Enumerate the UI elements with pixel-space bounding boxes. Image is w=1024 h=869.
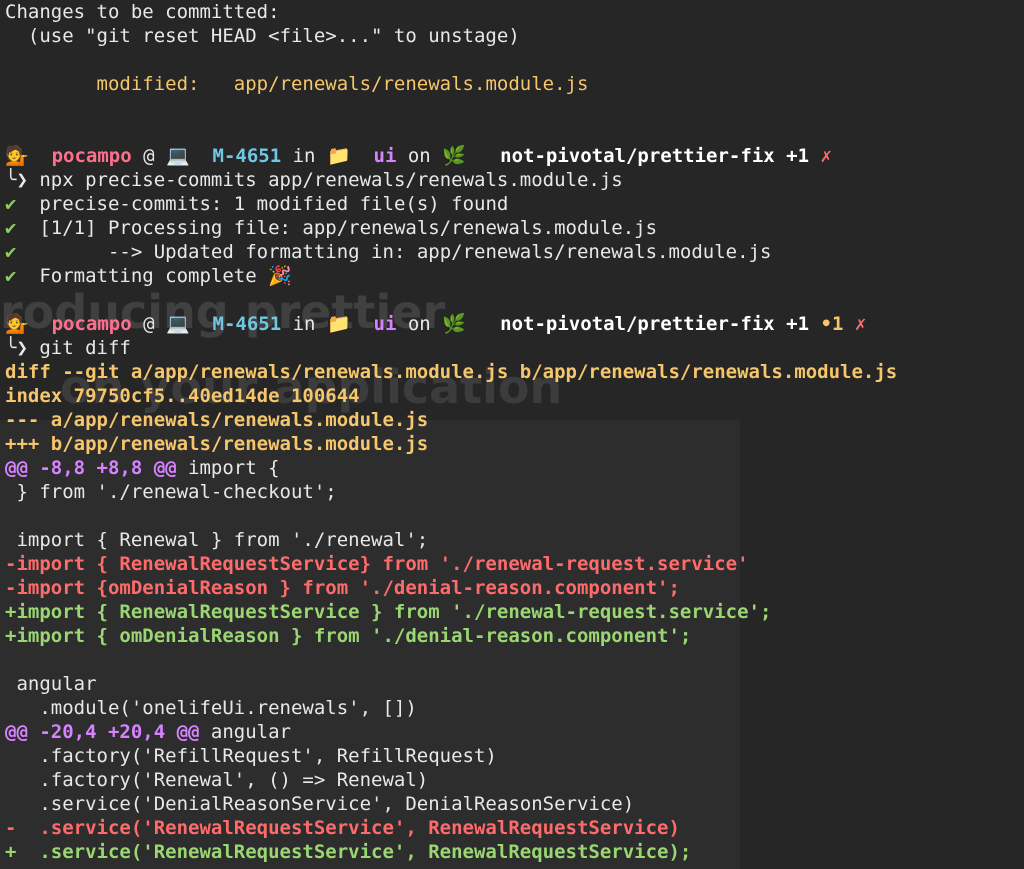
status-hint: (use "git reset HEAD <file>..." to unsta… (5, 25, 520, 47)
output-line: ✔ [1/1] Processing file: app/renewals/re… (5, 217, 658, 239)
output-line: ✔ precise-commits: 1 modified file(s) fo… (5, 193, 509, 215)
prompt-host: M-4651 (212, 145, 282, 167)
diff-context-line: angular (5, 673, 97, 695)
prompt-host: M-4651 (212, 313, 282, 335)
herb-icon: 🌿 (442, 313, 466, 335)
person-tipping-hand-icon: 💁 (5, 313, 29, 335)
command-text[interactable]: git diff (28, 337, 131, 359)
diff-context-line: import { Renewal } from './renewal'; (5, 529, 429, 551)
diff-added-line: +import { RenewalRequestService } from '… (5, 601, 772, 623)
diff-context-line: .factory('RefillRequest', RefillRequest) (5, 745, 497, 767)
diff-context-line (5, 648, 1024, 672)
folder-icon: 📁 (326, 313, 351, 335)
diff-header-line: --- a/app/renewals/renewals.module.js (5, 409, 429, 431)
command-line[interactable]: ╰❯ git diff (5, 336, 1024, 360)
prompt-arrow-icon: ╰❯ (5, 169, 28, 191)
checkmark-icon: ✔ (5, 265, 17, 287)
laptop-icon: 💻 (165, 145, 190, 167)
prompt-branch: not-pivotal/prettier-fix (500, 313, 775, 335)
person-tipping-hand-icon: 💁 (5, 145, 29, 167)
prompt-user: pocampo (51, 145, 132, 167)
checkmark-icon: ✔ (5, 241, 17, 263)
checkmark-icon: ✔ (5, 217, 17, 239)
diff-context-line: .service('DenialReasonService', DenialRe… (5, 793, 635, 815)
status-header: Changes to be committed: (5, 1, 280, 23)
prompt-branch: not-pivotal/prettier-fix (500, 145, 775, 167)
diff-hunk-header: @@ -20,4 +20,4 @@ angular (5, 721, 291, 743)
prompt-user: pocampo (51, 313, 132, 335)
status-modified-line: modified: app/renewals/renewals.module.j… (5, 73, 589, 95)
diff-removed-line: -import { RenewalRequestService} from '.… (5, 553, 749, 575)
diff-context-line: .module('onelifeUi.renewals', []) (5, 697, 417, 719)
herb-icon: 🌿 (442, 145, 466, 167)
shell-prompt: 💁 pocampo @ 💻 M-4651 in 📁 ui on 🌿 not-pi… (5, 145, 832, 167)
output-line: ✔ Formatting complete 🎉 (5, 265, 292, 287)
diff-hunk-1-lines: } from './renewal-checkout'; import { Re… (5, 480, 1024, 720)
prompt-dirty-mark: ✗ (820, 145, 832, 167)
diff-context-line: } from './renewal-checkout'; (5, 481, 337, 503)
shell-prompt: 💁 pocampo @ 💻 M-4651 in 📁 ui on 🌿 not-pi… (5, 313, 867, 335)
laptop-icon: 💻 (165, 313, 190, 335)
diff-header-line: +++ b/app/renewals/renewals.module.js (5, 433, 429, 455)
diff-hunk-2-lines: .factory('RefillRequest', RefillRequest)… (5, 744, 1024, 864)
prompt-dirty-mark: ✗ (854, 313, 867, 335)
output-line: ✔ --> Updated formatting in: app/renewal… (5, 241, 772, 263)
diff-context-line: .factory('Renewal', () => Renewal) (5, 769, 429, 791)
diff-header-line: index 79750cf5..40ed14de 100644 (5, 385, 360, 407)
diff-context-line (5, 504, 1024, 528)
diff-removed-line: - .service('RenewalRequestService', Rene… (5, 817, 680, 839)
terminal-window[interactable]: roducing prettier on your application Ch… (0, 0, 1024, 869)
command-line[interactable]: ╰❯ npx precise-commits app/renewals/rene… (5, 168, 1024, 192)
diff-hunk-header: @@ -8,8 +8,8 @@ import { (5, 457, 280, 479)
command-text[interactable]: npx precise-commits app/renewals/renewal… (28, 169, 622, 191)
prompt-modified-count: •1 (820, 313, 844, 335)
diff-removed-line: -import {omDenialReason } from './denial… (5, 577, 680, 599)
prompt-ahead: +1 (786, 145, 810, 167)
prompt-dir: ui (373, 145, 397, 167)
folder-icon: 📁 (326, 145, 351, 167)
modified-file: app/renewals/renewals.module.js (233, 73, 589, 95)
checkmark-icon: ✔ (5, 193, 17, 215)
prompt-arrow-icon: ╰❯ (5, 337, 28, 359)
diff-added-line: +import { omDenialReason } from './denia… (5, 625, 692, 647)
diff-added-line: + .service('RenewalRequestService', Rene… (5, 841, 692, 863)
prompt-dir: ui (373, 313, 397, 335)
prompt-ahead: +1 (786, 313, 810, 335)
diff-header-line: diff --git a/app/renewals/renewals.modul… (5, 361, 898, 383)
